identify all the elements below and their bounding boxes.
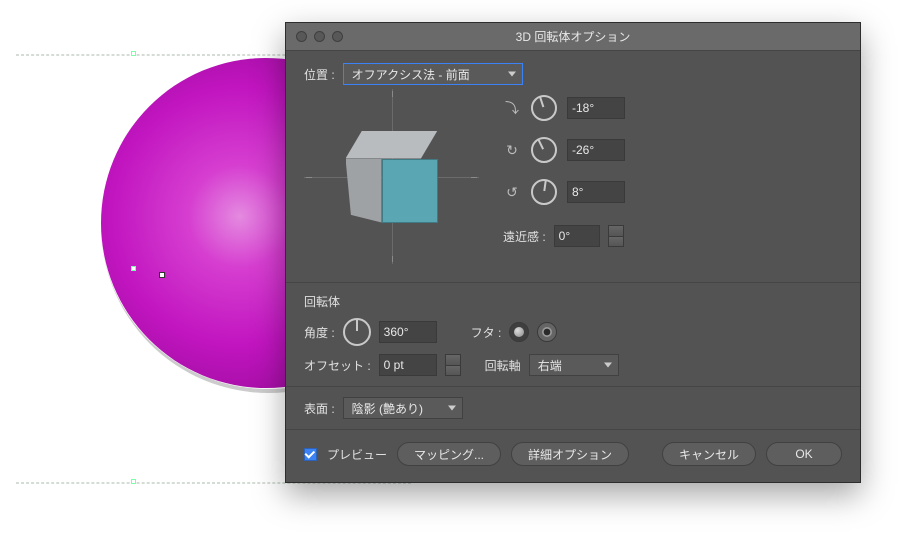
- surface-value: 陰影 (艶あり): [352, 400, 423, 417]
- surface-label: 表面 :: [304, 400, 335, 417]
- mapping-button[interactable]: マッピング...: [397, 442, 501, 466]
- selection-handle[interactable]: [131, 479, 136, 484]
- revolve-section-title: 回転体: [304, 293, 340, 310]
- close-dot[interactable]: [296, 31, 307, 42]
- dialog-footer: プレビュー マッピング... 詳細オプション キャンセル OK: [286, 430, 860, 482]
- dialog-titlebar[interactable]: 3D 回転体オプション: [286, 23, 860, 51]
- minimize-dot[interactable]: [314, 31, 325, 42]
- offset-stepper[interactable]: [445, 354, 461, 376]
- rotate-x-dial[interactable]: [531, 95, 557, 121]
- cube-icon[interactable]: [346, 131, 438, 223]
- angle-label: 角度 :: [304, 324, 335, 341]
- cap-off-button[interactable]: [537, 322, 557, 342]
- preview-label: プレビュー: [327, 446, 387, 463]
- zoom-dot[interactable]: [332, 31, 343, 42]
- perspective-input[interactable]: [554, 225, 600, 247]
- cap-on-button[interactable]: [509, 322, 529, 342]
- axis-select[interactable]: 右端: [529, 354, 619, 376]
- preview-checkbox[interactable]: [304, 448, 317, 461]
- cap-label: フタ :: [471, 324, 502, 341]
- rotate-y-dial[interactable]: [531, 137, 557, 163]
- rotate-z-input[interactable]: [567, 181, 625, 203]
- selection-handle[interactable]: [131, 266, 136, 271]
- surface-select[interactable]: 陰影 (艶あり): [343, 397, 463, 419]
- selection-handle[interactable]: [131, 51, 136, 56]
- dialog-3d-revolve-options: 3D 回転体オプション 位置 : オフアクシス法 - 前面 ⤵: [285, 22, 861, 483]
- rotate-y-input[interactable]: [567, 139, 625, 161]
- cube-face-top: [346, 131, 438, 159]
- perspective-label: 遠近感 :: [503, 228, 546, 245]
- position-select[interactable]: オフアクシス法 - 前面: [343, 63, 523, 85]
- rotate-z-icon: ↺: [503, 184, 521, 201]
- window-controls: [296, 31, 343, 42]
- rotate-x-input[interactable]: [567, 97, 625, 119]
- cancel-button[interactable]: キャンセル: [662, 442, 756, 466]
- rotation-cube-widget[interactable]: [304, 89, 479, 264]
- angle-dial[interactable]: [343, 318, 371, 346]
- surface-section: 表面 : 陰影 (艶あり): [286, 387, 860, 430]
- revolve-section: 回転体 角度 : フタ : オフセット : 回転軸 右端: [286, 283, 860, 387]
- cube-face-left: [346, 159, 382, 223]
- advanced-button[interactable]: 詳細オプション: [511, 442, 629, 466]
- offset-label: オフセット :: [304, 357, 371, 374]
- dialog-title: 3D 回転体オプション: [516, 28, 631, 45]
- angle-input[interactable]: [379, 321, 437, 343]
- rotate-z-dial[interactable]: [531, 179, 557, 205]
- orientation-panel: ⤵ ↻ ↺ 遠近感 :: [286, 85, 860, 283]
- perspective-stepper[interactable]: [608, 225, 624, 247]
- rotation-controls: ⤵ ↻ ↺ 遠近感 :: [503, 89, 842, 264]
- cube-face-front: [382, 159, 438, 223]
- offset-input[interactable]: [379, 354, 437, 376]
- position-label: 位置 :: [304, 66, 335, 83]
- rotate-x-icon: ⤵: [503, 98, 521, 118]
- ok-button[interactable]: OK: [766, 442, 842, 466]
- position-value: オフアクシス法 - 前面: [352, 66, 470, 83]
- axis-value: 右端: [538, 357, 562, 374]
- rotate-y-icon: ↻: [503, 142, 521, 159]
- axis-label: 回転軸: [485, 357, 521, 374]
- anchor-point[interactable]: [160, 273, 164, 277]
